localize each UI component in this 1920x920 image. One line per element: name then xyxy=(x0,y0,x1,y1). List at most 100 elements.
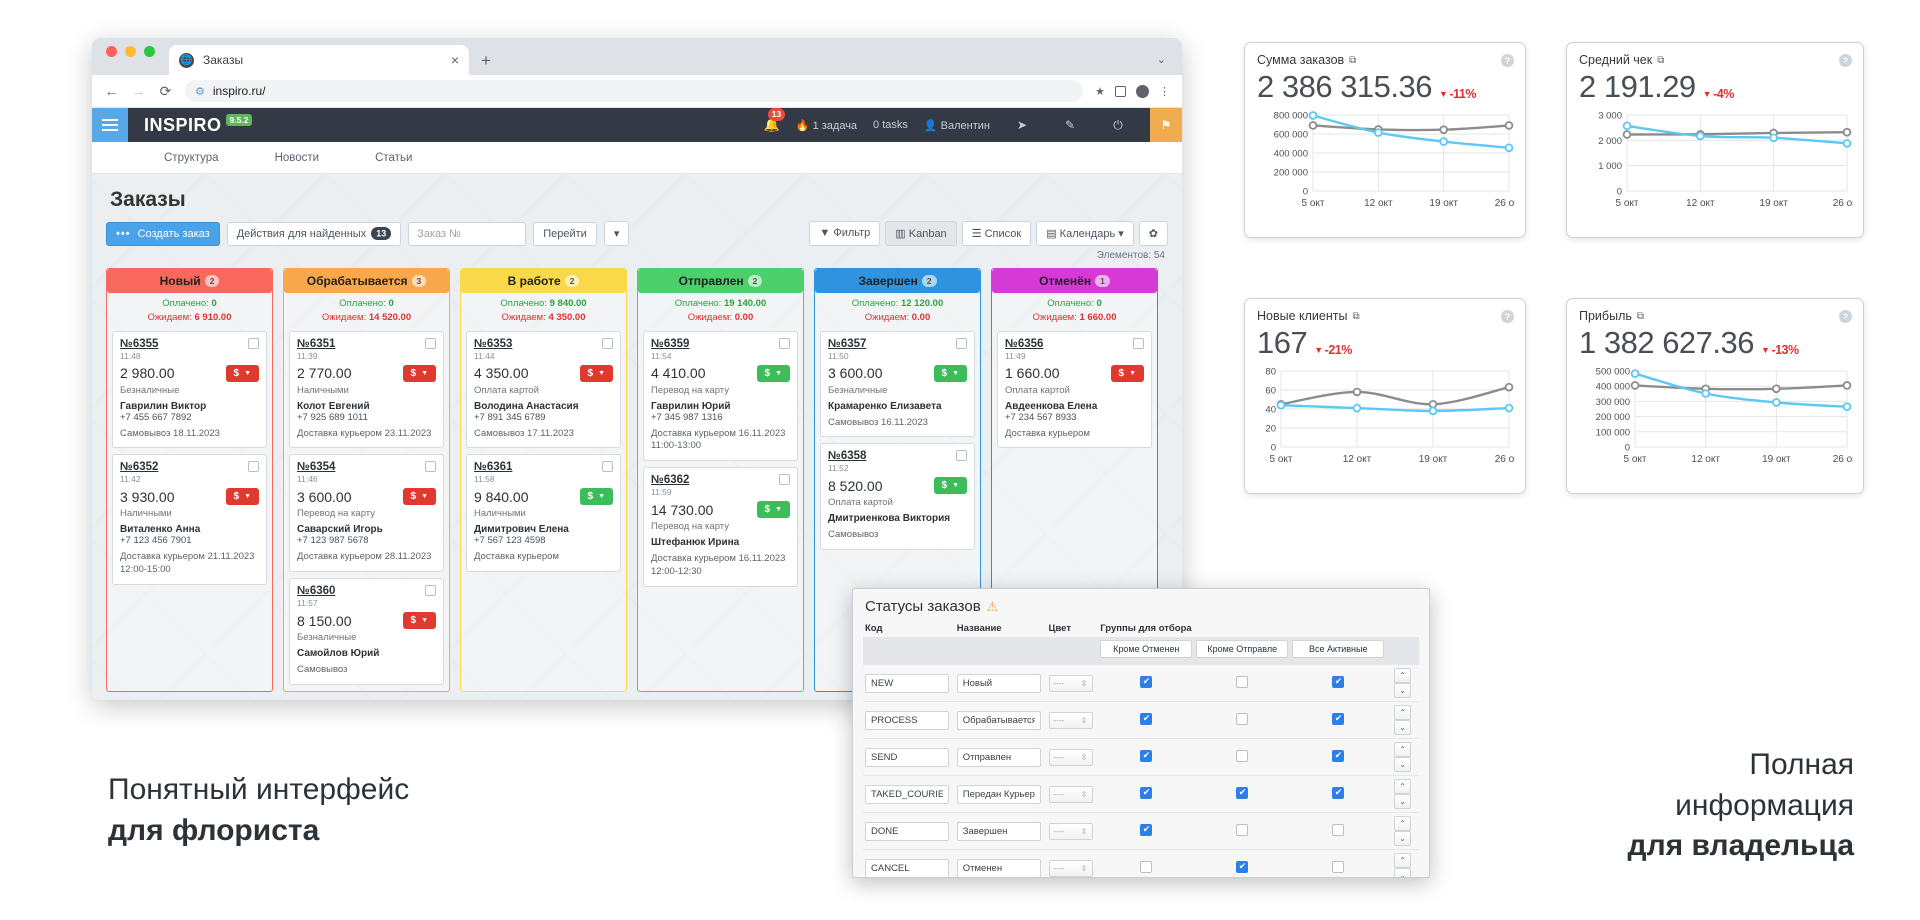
goto-button[interactable]: Перейти xyxy=(533,221,597,246)
notifications-button[interactable]: 🔔 13 xyxy=(764,108,786,133)
forward-icon[interactable]: → xyxy=(131,83,146,99)
order-number[interactable]: №6362 xyxy=(651,474,689,486)
nav-item-struktura[interactable]: Структура xyxy=(164,152,219,164)
help-icon[interactable]: ? xyxy=(1501,54,1514,67)
power-icon[interactable]: ⏻ xyxy=(1102,108,1134,142)
new-tab-button[interactable]: + xyxy=(481,52,491,69)
user-menu[interactable]: 👤 Валентин xyxy=(924,119,990,132)
flag-icon[interactable]: ⚑ xyxy=(1150,108,1182,142)
group-checkbox[interactable] xyxy=(1140,860,1153,873)
nav-item-stati[interactable]: Статьи xyxy=(375,152,412,164)
payment-status-button[interactable]: $ ▼ xyxy=(933,364,967,382)
group-checkbox[interactable] xyxy=(1332,823,1345,836)
order-number-input[interactable]: Заказ № xyxy=(408,221,527,246)
payment-status-button[interactable]: $ ▼ xyxy=(579,488,613,506)
status-color-select[interactable]: ---- ⇳ xyxy=(1048,785,1093,803)
order-number[interactable]: №6357 xyxy=(828,338,866,350)
create-order-button[interactable]: ••• Создать заказ xyxy=(106,221,220,246)
chevron-down-icon[interactable]: ⌄ xyxy=(1157,53,1166,66)
external-link-icon[interactable]: ⧉ xyxy=(1657,55,1664,66)
group-checkbox[interactable] xyxy=(1140,786,1153,799)
group-checkbox[interactable] xyxy=(1332,749,1345,762)
status-code-input[interactable] xyxy=(865,710,949,730)
profile-avatar-icon[interactable] xyxy=(1136,84,1149,98)
browser-menu-icon[interactable]: ⋮ xyxy=(1159,85,1170,98)
order-select-checkbox[interactable] xyxy=(425,585,436,597)
view-kanban-button[interactable]: ▥ Kanban xyxy=(885,221,957,246)
order-card[interactable]: №6360 11:57 8 150.00 $ ▼ Безналичные Самойлов … xyxy=(289,578,444,685)
order-number[interactable]: №6351 xyxy=(297,338,335,350)
move-up-button[interactable]: ⌃ xyxy=(1394,779,1412,794)
payment-status-button[interactable]: $ ▼ xyxy=(225,364,259,382)
send-icon[interactable]: ➤ xyxy=(1006,108,1038,142)
move-up-button[interactable]: ⌃ xyxy=(1394,742,1412,757)
order-card[interactable]: №6356 11:49 1 660.00 $ ▼ Оплата картой Авдеенк… xyxy=(997,330,1152,449)
payment-status-button[interactable]: $ ▼ xyxy=(225,488,259,506)
group-checkbox[interactable] xyxy=(1140,675,1153,688)
order-select-checkbox[interactable] xyxy=(425,337,436,349)
status-color-select[interactable]: ---- ⇳ xyxy=(1048,711,1093,729)
status-name-input[interactable] xyxy=(956,710,1041,730)
group-checkbox[interactable] xyxy=(1332,712,1345,725)
minimize-window-button[interactable] xyxy=(125,46,136,57)
nav-item-novosti[interactable]: Новости xyxy=(275,152,320,164)
external-link-icon[interactable]: ⧉ xyxy=(1349,55,1356,66)
external-link-icon[interactable]: ⧉ xyxy=(1352,311,1359,322)
order-card[interactable]: №6351 11:39 2 770.00 $ ▼ Наличными Колот Евген… xyxy=(289,330,444,449)
group-header-chip[interactable]: Кроме Отправле xyxy=(1196,640,1289,658)
tasks-en-label[interactable]: 0 tasks xyxy=(873,119,908,131)
order-number[interactable]: №6360 xyxy=(297,585,335,597)
order-number[interactable]: №6353 xyxy=(474,338,512,350)
status-code-input[interactable] xyxy=(865,821,949,841)
payment-status-button[interactable]: $ ▼ xyxy=(756,364,790,382)
order-card[interactable]: №6362 11:59 14 730.00 $ ▼ Перевод на карту Ште… xyxy=(643,467,798,587)
payment-status-button[interactable]: $ ▼ xyxy=(402,612,436,630)
move-down-button[interactable]: ⌄ xyxy=(1394,683,1412,698)
move-up-button[interactable]: ⌃ xyxy=(1394,853,1412,868)
payment-status-button[interactable]: $ ▼ xyxy=(756,501,790,519)
extensions-icon[interactable] xyxy=(1115,85,1126,97)
order-select-checkbox[interactable] xyxy=(248,337,259,349)
order-select-checkbox[interactable] xyxy=(602,461,613,473)
order-select-checkbox[interactable] xyxy=(956,337,967,349)
reload-icon[interactable]: ⟳ xyxy=(158,83,173,100)
filter-button[interactable]: ▼ Фильтр xyxy=(809,221,881,246)
group-checkbox[interactable] xyxy=(1140,749,1153,762)
move-down-button[interactable]: ⌄ xyxy=(1394,757,1412,772)
group-header-chip[interactable]: Кроме Отменен xyxy=(1100,640,1193,658)
back-icon[interactable]: ← xyxy=(104,83,119,99)
order-select-checkbox[interactable] xyxy=(779,474,790,486)
status-name-input[interactable] xyxy=(956,673,1041,693)
group-checkbox[interactable] xyxy=(1236,786,1249,799)
status-name-input[interactable] xyxy=(956,821,1041,841)
status-name-input[interactable] xyxy=(956,747,1041,767)
order-select-checkbox[interactable] xyxy=(1133,337,1144,349)
settings-gear-button[interactable]: ✿ xyxy=(1138,221,1168,246)
kanban-column-header[interactable]: Новый 2 xyxy=(107,269,272,293)
help-icon[interactable]: ? xyxy=(1839,54,1852,67)
payment-status-button[interactable]: $ ▼ xyxy=(1110,364,1144,382)
close-window-button[interactable] xyxy=(106,46,117,57)
order-select-checkbox[interactable] xyxy=(779,337,790,349)
status-code-input[interactable] xyxy=(865,784,949,804)
view-calendar-button[interactable]: ▤ Календарь ▾ xyxy=(1036,221,1134,246)
order-card[interactable]: №6361 11:58 9 840.00 $ ▼ Наличными Димитрович … xyxy=(466,454,621,573)
order-card[interactable]: №6353 11:44 4 350.00 $ ▼ Оплата картой Володин… xyxy=(466,330,621,449)
order-select-checkbox[interactable] xyxy=(425,461,436,473)
order-card[interactable]: №6352 11:42 3 930.00 $ ▼ Наличными Виталенко А… xyxy=(112,454,267,585)
close-tab-icon[interactable]: × xyxy=(451,53,459,67)
site-settings-icon[interactable]: ⚙ xyxy=(195,85,205,98)
address-bar[interactable]: ⚙ inspiro.ru/ xyxy=(185,80,1084,102)
group-checkbox[interactable] xyxy=(1140,712,1153,725)
status-color-select[interactable]: ---- ⇳ xyxy=(1048,822,1093,840)
status-name-input[interactable] xyxy=(956,784,1041,804)
group-checkbox[interactable] xyxy=(1332,860,1345,873)
group-checkbox[interactable] xyxy=(1236,860,1249,873)
kanban-column-header[interactable]: Завершен 2 xyxy=(815,269,980,293)
kanban-column-header[interactable]: В работе 2 xyxy=(461,269,626,293)
order-select-checkbox[interactable] xyxy=(602,337,613,349)
order-number[interactable]: №6359 xyxy=(651,338,689,350)
order-card[interactable]: №6359 11:54 4 410.00 $ ▼ Перевод на карту Гавр… xyxy=(643,330,798,462)
order-select-checkbox[interactable] xyxy=(956,450,967,462)
actions-for-found-button[interactable]: Действия для найденных 13 xyxy=(226,221,402,246)
